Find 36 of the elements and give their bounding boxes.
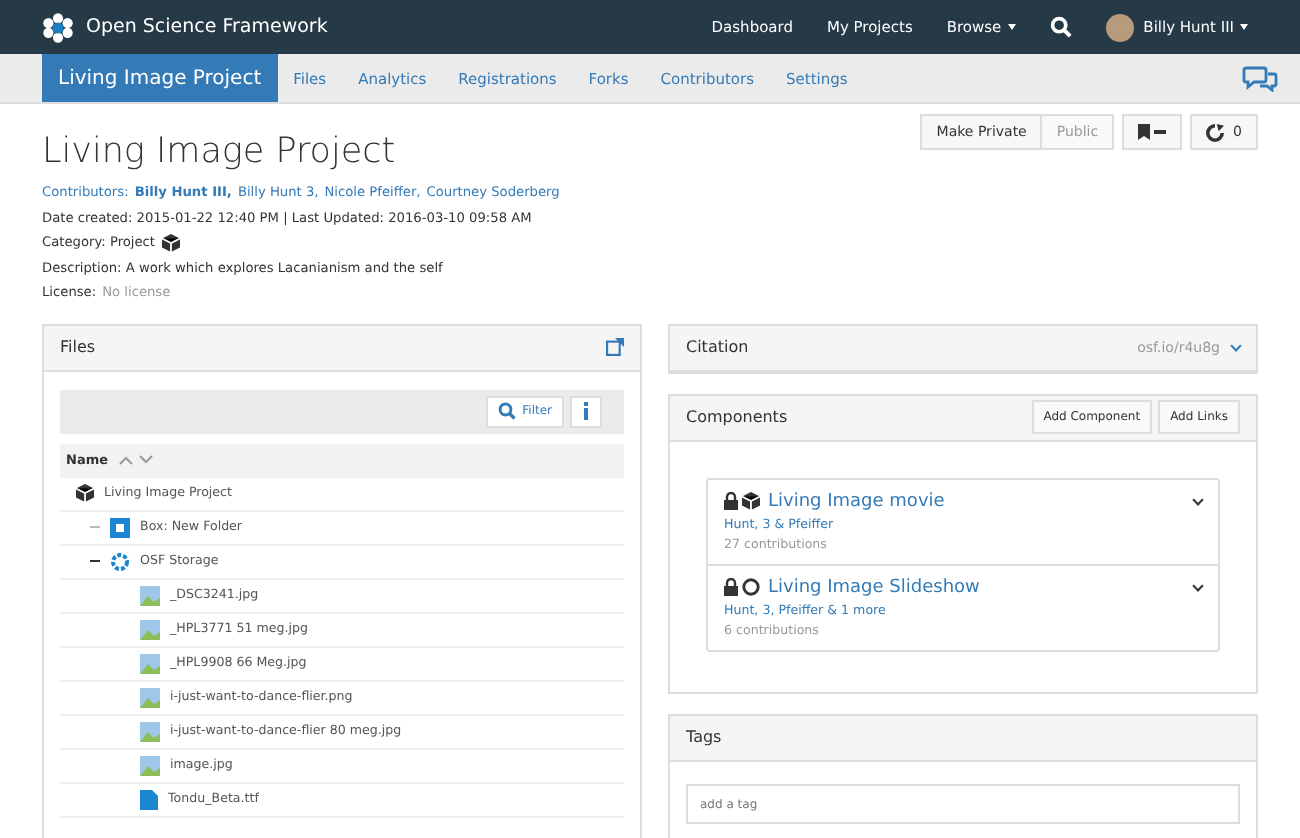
component-link[interactable]: Living Image Slideshow — [768, 577, 980, 597]
component-link[interactable]: Living Image movie — [768, 491, 945, 511]
cube-icon — [76, 484, 94, 502]
image-file-icon — [140, 721, 160, 741]
lock-icon — [724, 578, 738, 596]
search-icon[interactable] — [1049, 16, 1072, 38]
info-button[interactable] — [570, 395, 602, 427]
file-icon — [140, 789, 158, 809]
cube-icon — [161, 233, 180, 252]
bookmark-button[interactable] — [1122, 114, 1183, 150]
caret-icon — [1007, 24, 1016, 30]
flower-logo-icon[interactable] — [42, 11, 74, 43]
info-icon — [582, 402, 590, 420]
search-icon — [498, 402, 517, 420]
box-storage-icon — [110, 517, 130, 537]
bookmark-icon — [1138, 124, 1167, 140]
image-file-icon — [140, 585, 160, 605]
external-link-icon[interactable] — [606, 338, 624, 356]
cube-icon — [742, 492, 760, 510]
image-file-icon — [140, 619, 160, 639]
image-file-icon — [140, 755, 160, 775]
lock-icon — [724, 492, 738, 510]
caret-icon — [1240, 24, 1248, 30]
avatar-icon[interactable] — [1105, 13, 1134, 41]
sort-icon[interactable] — [118, 454, 155, 466]
project-tab[interactable]: Living Image Project — [42, 54, 278, 102]
comments-icon[interactable] — [1242, 64, 1278, 92]
panel-title: Tags — [686, 728, 722, 746]
circle-icon — [742, 578, 760, 596]
panel-title: Citation — [686, 338, 749, 356]
panel-title: Components — [686, 408, 788, 426]
site-name[interactable]: Open Science Framework — [86, 16, 328, 38]
panel-title: Files — [60, 338, 96, 356]
image-file-icon — [140, 653, 160, 673]
image-file-icon — [140, 687, 160, 707]
project-title: Living Image Project — [42, 132, 396, 172]
